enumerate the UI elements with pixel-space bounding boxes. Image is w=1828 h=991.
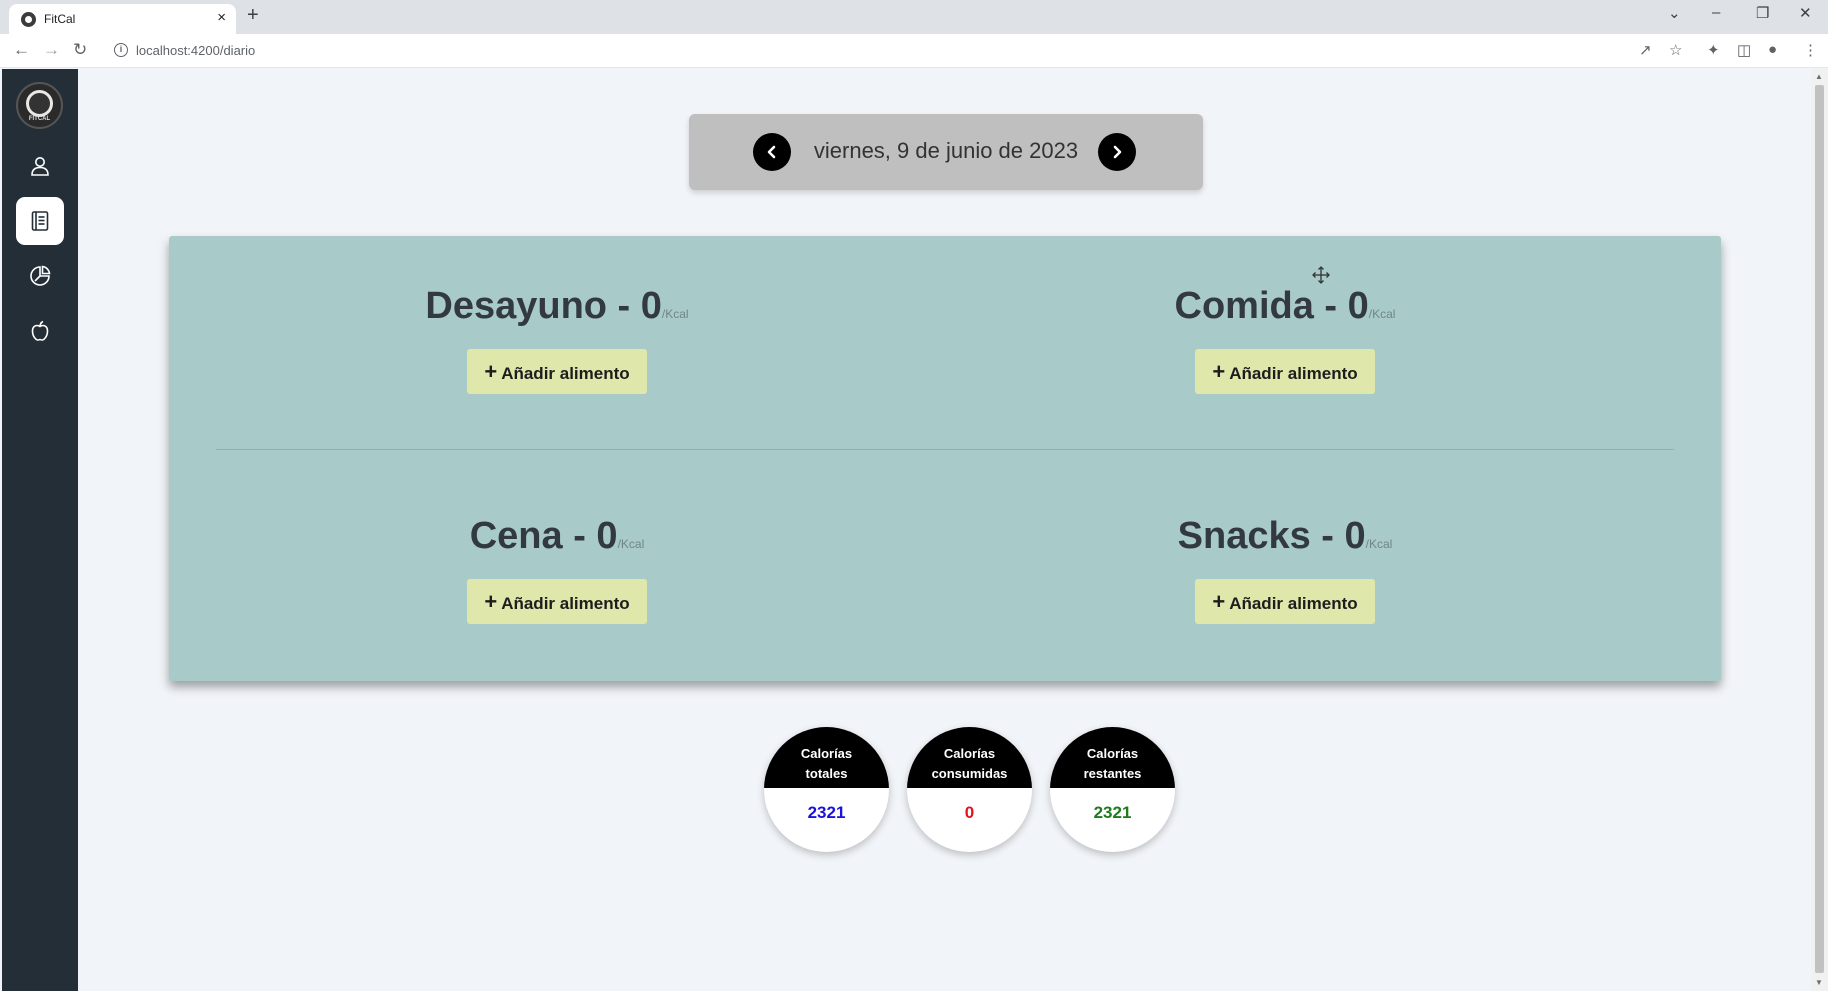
meal-title-text: Cena - 0 <box>469 515 618 557</box>
scroll-thumb[interactable] <box>1815 85 1824 973</box>
next-day-button[interactable] <box>1098 133 1136 171</box>
reload-icon[interactable]: ↻ <box>73 40 87 60</box>
minimize-button[interactable]: – <box>1712 4 1720 21</box>
meal-lunch: Comida - 0/Kcal + Añadir alimento <box>897 284 1673 394</box>
chevron-right-icon <box>1113 145 1122 159</box>
add-food-button-breakfast[interactable]: + Añadir alimento <box>467 349 647 394</box>
restore-button[interactable]: ❐ <box>1756 4 1769 22</box>
address-bar[interactable]: localhost:4200/diario <box>136 43 255 58</box>
date-navigator: viernes, 9 de junio de 2023 <box>689 114 1203 190</box>
extensions-icon[interactable]: ✦ <box>1707 41 1720 59</box>
add-food-label: Añadir alimento <box>501 594 630 613</box>
meal-title: Comida - 0/Kcal <box>897 284 1673 336</box>
meal-title-text: Comida - 0 <box>1174 285 1369 327</box>
tab-search-icon[interactable]: ⌄ <box>1668 4 1681 22</box>
meal-title-text: Desayuno - 0 <box>425 285 662 327</box>
add-food-button-snacks[interactable]: + Añadir alimento <box>1195 579 1375 624</box>
fitcal-favicon-icon <box>21 12 36 27</box>
bookmark-star-icon[interactable]: ☆ <box>1669 41 1682 59</box>
browser-menu-icon[interactable]: ⋮ <box>1803 41 1818 59</box>
page-scrollbar[interactable]: ▲ ▼ <box>1811 69 1828 991</box>
sidebar-item-foods[interactable] <box>16 307 64 355</box>
stat-label: Calorías consumidas <box>907 727 1032 788</box>
stat-label: Calorías restantes <box>1050 727 1175 788</box>
user-icon <box>31 157 49 176</box>
site-info-icon[interactable]: i <box>114 43 128 57</box>
stat-value: 0 <box>964 803 975 822</box>
logo-text: FITCAL <box>28 116 51 122</box>
window-close-button[interactable]: ✕ <box>1799 4 1812 22</box>
stat-label-line1: Calorías <box>800 746 853 761</box>
meal-snacks: Snacks - 0/Kcal + Añadir alimento <box>897 514 1673 624</box>
forward-arrow-icon[interactable]: → <box>43 40 60 60</box>
share-icon[interactable]: ↗ <box>1639 41 1652 59</box>
meal-title: Desayuno - 0/Kcal <box>169 284 945 336</box>
stat-label: Calorías totales <box>764 727 889 788</box>
plus-icon: + <box>1212 589 1226 614</box>
stat-label-line2: totales <box>805 766 848 781</box>
meal-title: Cena - 0/Kcal <box>169 514 945 566</box>
meal-unit: /Kcal <box>617 537 645 551</box>
stat-value: 2321 <box>1093 803 1132 822</box>
meal-title: Snacks - 0/Kcal <box>897 514 1673 566</box>
sidebar-item-diary[interactable] <box>16 197 64 245</box>
back-arrow-icon[interactable]: ← <box>13 40 30 60</box>
plus-icon: + <box>1212 359 1226 384</box>
add-food-label: Añadir alimento <box>501 364 630 383</box>
move-cursor-icon <box>1312 266 1330 284</box>
book-icon <box>31 211 49 231</box>
stat-value: 2321 <box>807 803 846 822</box>
fitcal-logo[interactable]: FITCAL <box>16 82 63 129</box>
stat-consumed-calories: Calorías consumidas 0 <box>907 727 1032 852</box>
apple-icon <box>31 320 49 341</box>
meal-unit: /Kcal <box>1368 307 1396 321</box>
browser-tab[interactable]: FitCal × <box>9 4 236 34</box>
meal-unit: /Kcal <box>661 307 689 321</box>
plus-icon: + <box>484 589 498 614</box>
add-food-button-lunch[interactable]: + Añadir alimento <box>1195 349 1375 394</box>
add-food-button-dinner[interactable]: + Añadir alimento <box>467 579 647 624</box>
side-panel-icon[interactable]: ◫ <box>1737 41 1751 59</box>
logo-emblem-icon <box>26 90 53 117</box>
add-food-label: Añadir alimento <box>1229 364 1358 383</box>
new-tab-button[interactable]: + <box>247 4 259 27</box>
stat-label-line1: Calorías <box>943 746 996 761</box>
stat-remaining-calories: Calorías restantes 2321 <box>1050 727 1175 852</box>
browser-tab-bar: FitCal × + ⌄ – ❐ ✕ <box>0 0 1828 34</box>
meal-dinner: Cena - 0/Kcal + Añadir alimento <box>169 514 945 624</box>
stat-total-calories: Calorías totales 2321 <box>764 727 889 852</box>
pie-chart-icon <box>30 265 51 286</box>
sidebar-item-profile[interactable] <box>16 142 64 190</box>
stat-label-line2: consumidas <box>931 766 1008 781</box>
scroll-down-icon[interactable]: ▼ <box>1815 978 1823 987</box>
sidebar: FITCAL <box>2 69 78 991</box>
browser-toolbar: ← → ↻ i localhost:4200/diario ↗ ☆ ✦ ◫ ● … <box>0 34 1828 68</box>
meal-title-text: Snacks - 0 <box>1177 515 1366 557</box>
meals-panel: Desayuno - 0/Kcal + Añadir alimento Comid… <box>169 236 1721 681</box>
tab-close-icon[interactable]: × <box>217 9 226 26</box>
profile-avatar-icon[interactable]: ● <box>1768 41 1777 58</box>
stat-label-line2: restantes <box>1083 766 1142 781</box>
sidebar-item-stats[interactable] <box>16 252 64 300</box>
stat-label-line1: Calorías <box>1086 746 1139 761</box>
tab-title: FitCal <box>44 12 76 26</box>
meal-unit: /Kcal <box>1365 537 1393 551</box>
plus-icon: + <box>484 359 498 384</box>
meal-breakfast: Desayuno - 0/Kcal + Añadir alimento <box>169 284 945 394</box>
meals-divider <box>216 449 1674 450</box>
scroll-up-icon[interactable]: ▲ <box>1815 72 1823 81</box>
add-food-label: Añadir alimento <box>1229 594 1358 613</box>
